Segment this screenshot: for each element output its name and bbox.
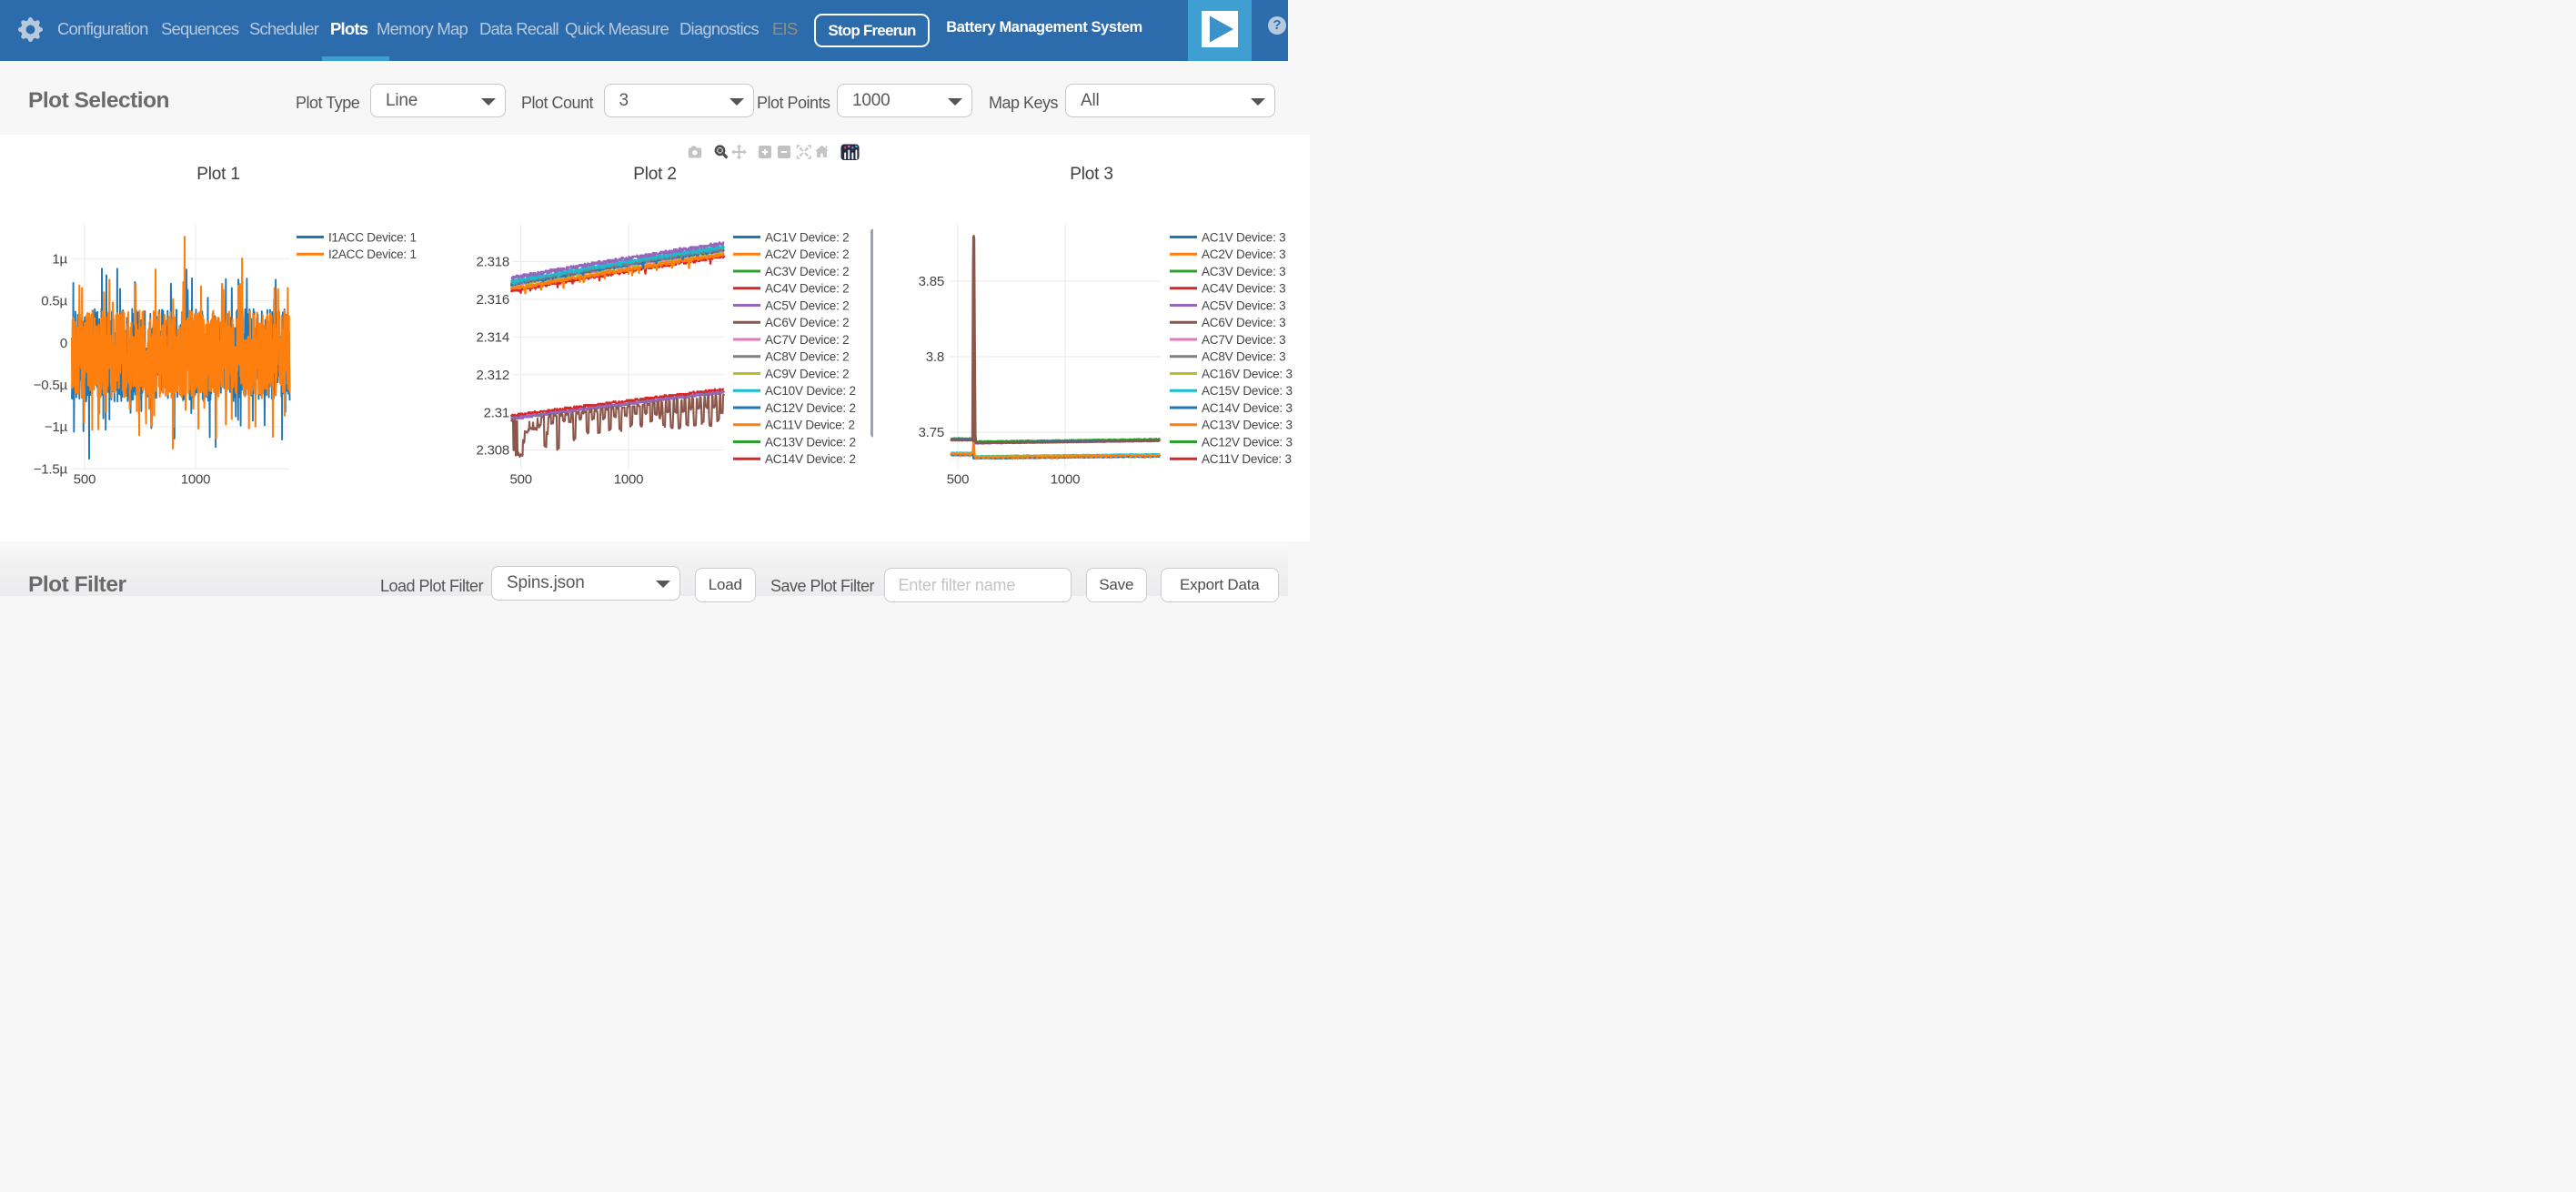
- svg-text:AC9V Device: 2: AC9V Device: 2: [765, 367, 850, 380]
- svg-text:AC12V Device: 2: AC12V Device: 2: [765, 401, 856, 415]
- svg-text:500: 500: [509, 472, 531, 488]
- svg-text:3.8: 3.8: [926, 349, 944, 365]
- svg-text:2.314: 2.314: [476, 330, 509, 346]
- svg-text:AC4V Device: 3: AC4V Device: 3: [1202, 282, 1286, 296]
- svg-text:AC13V Device: 2: AC13V Device: 2: [765, 435, 856, 449]
- svg-text:AC2V Device: 2: AC2V Device: 2: [765, 247, 850, 261]
- svg-text:3.75: 3.75: [919, 425, 944, 440]
- svg-text:2.312: 2.312: [476, 368, 509, 383]
- svg-text:Plot 2: Plot 2: [633, 165, 676, 184]
- svg-text:3.85: 3.85: [919, 274, 944, 289]
- svg-text:AC11V Device: 2: AC11V Device: 2: [765, 419, 855, 432]
- svg-text:500: 500: [74, 472, 96, 488]
- svg-text:AC3V Device: 3: AC3V Device: 3: [1202, 265, 1286, 278]
- svg-text:I2ACC Device: 1: I2ACC Device: 1: [328, 247, 417, 261]
- svg-text:2.31: 2.31: [484, 405, 509, 420]
- svg-text:AC2V Device: 3: AC2V Device: 3: [1202, 247, 1286, 261]
- svg-text:1000: 1000: [181, 472, 211, 488]
- svg-text:I1ACC Device: 1: I1ACC Device: 1: [328, 230, 417, 244]
- svg-text:Plot 1: Plot 1: [196, 165, 239, 184]
- svg-text:AC12V Device: 3: AC12V Device: 3: [1202, 435, 1293, 449]
- svg-text:500: 500: [947, 472, 969, 488]
- svg-text:2.316: 2.316: [476, 292, 509, 308]
- svg-text:AC7V Device: 2: AC7V Device: 2: [765, 333, 850, 347]
- svg-text:AC6V Device: 2: AC6V Device: 2: [765, 316, 850, 329]
- svg-text:Plot 3: Plot 3: [1070, 165, 1112, 184]
- svg-text:AC13V Device: 3: AC13V Device: 3: [1202, 419, 1293, 432]
- svg-text:AC5V Device: 3: AC5V Device: 3: [1202, 298, 1286, 312]
- svg-text:AC10V Device: 2: AC10V Device: 2: [765, 384, 856, 398]
- svg-text:AC5V Device: 2: AC5V Device: 2: [765, 298, 850, 312]
- svg-text:AC16V Device: 3: AC16V Device: 3: [1202, 367, 1293, 380]
- svg-text:AC14V Device: 2: AC14V Device: 2: [765, 452, 856, 466]
- svg-text:AC6V Device: 3: AC6V Device: 3: [1202, 316, 1286, 329]
- svg-text:1000: 1000: [1051, 472, 1081, 488]
- svg-text:−0.5µ: −0.5µ: [34, 378, 68, 393]
- svg-text:1000: 1000: [614, 472, 644, 488]
- svg-text:−1.5µ: −1.5µ: [34, 461, 68, 477]
- svg-text:AC4V Device: 2: AC4V Device: 2: [765, 282, 850, 296]
- svg-text:AC11V Device: 3: AC11V Device: 3: [1202, 452, 1292, 466]
- svg-text:AC8V Device: 2: AC8V Device: 2: [765, 350, 850, 364]
- svg-text:AC1V Device: 3: AC1V Device: 3: [1202, 230, 1286, 244]
- svg-text:1µ: 1µ: [52, 251, 67, 267]
- svg-text:−1µ: −1µ: [45, 419, 68, 435]
- svg-text:2.318: 2.318: [476, 255, 509, 270]
- svg-text:AC8V Device: 3: AC8V Device: 3: [1202, 350, 1286, 364]
- svg-text:AC15V Device: 3: AC15V Device: 3: [1202, 384, 1293, 398]
- svg-text:0: 0: [60, 336, 67, 351]
- svg-text:AC3V Device: 2: AC3V Device: 2: [765, 265, 850, 278]
- svg-text:AC1V Device: 2: AC1V Device: 2: [765, 230, 850, 244]
- svg-text:0.5µ: 0.5µ: [41, 294, 67, 309]
- svg-text:2.308: 2.308: [476, 443, 509, 459]
- svg-text:AC14V Device: 3: AC14V Device: 3: [1202, 401, 1293, 415]
- svg-text:AC7V Device: 3: AC7V Device: 3: [1202, 333, 1286, 347]
